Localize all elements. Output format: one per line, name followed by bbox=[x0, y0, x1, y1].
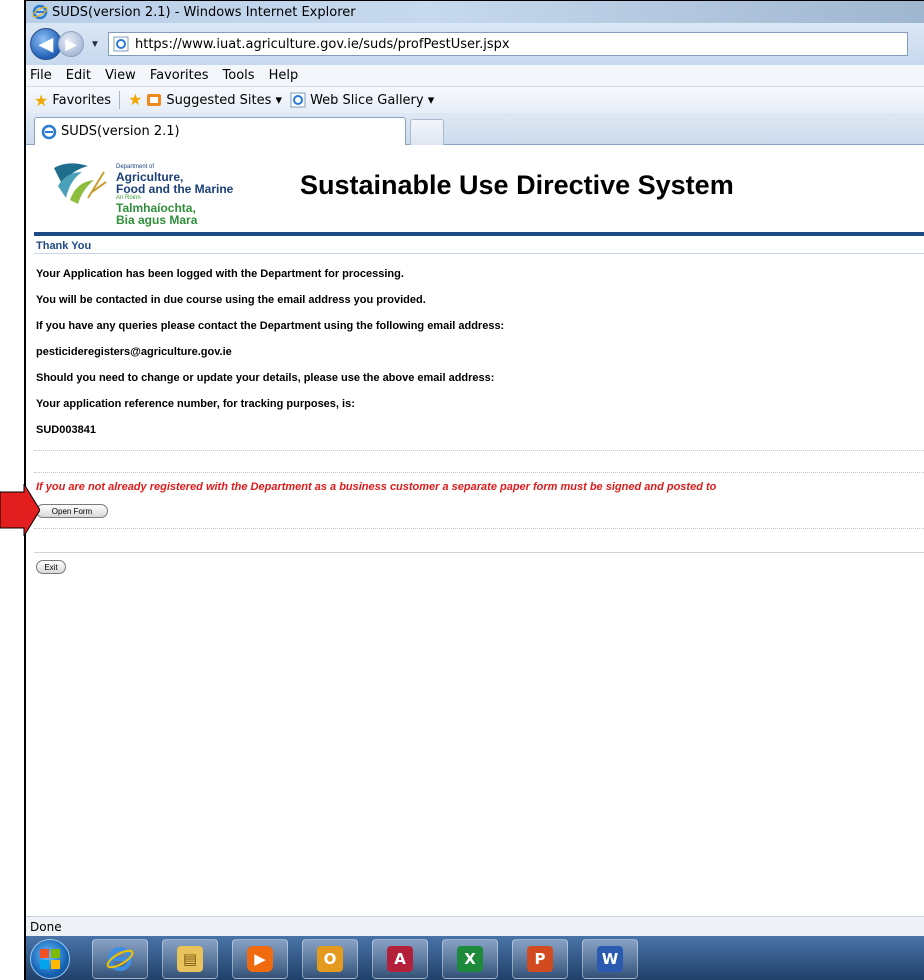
powerpoint-icon: P bbox=[527, 945, 553, 972]
excel-icon: X bbox=[457, 945, 483, 972]
internet-explorer-taskbar-button[interactable] bbox=[92, 938, 148, 979]
suggested-sites-link[interactable]: Suggested Sites ▾ bbox=[146, 92, 282, 108]
menu-help[interactable]: Help bbox=[269, 68, 299, 83]
exit-button[interactable]: Exit bbox=[36, 560, 66, 574]
favorites-label: Favorites bbox=[52, 92, 112, 108]
web-slice-gallery-label: Web Slice Gallery ▾ bbox=[310, 92, 435, 108]
word-taskbar-button[interactable]: W bbox=[582, 938, 638, 979]
word-icon: W bbox=[597, 945, 623, 972]
favorites-bar: ★ Favorites ★ Suggested Sites ▾ Web Slic… bbox=[26, 87, 924, 113]
tab-ie-icon bbox=[41, 124, 57, 139]
file-explorer-taskbar-button[interactable]: ▤ bbox=[162, 938, 218, 979]
windows-start-icon[interactable] bbox=[30, 938, 70, 979]
tab-label: SUDS(version 2.1) bbox=[61, 124, 180, 139]
status-bar: Done bbox=[26, 916, 924, 936]
dotted-divider-3 bbox=[34, 528, 924, 529]
excel-taskbar-button[interactable]: X bbox=[442, 938, 498, 979]
solid-divider bbox=[34, 552, 924, 553]
url-text: https://www.iuat.agriculture.gov.ie/suds… bbox=[135, 36, 510, 52]
site-banner: Department of Agriculture, Food and the … bbox=[26, 146, 924, 234]
menu-favorites[interactable]: Favorites bbox=[150, 68, 209, 83]
favorites-button[interactable]: ★ Favorites bbox=[34, 91, 111, 110]
tab-suds[interactable]: SUDS(version 2.1) bbox=[34, 117, 406, 145]
red-pointer-arrow-icon bbox=[0, 484, 40, 536]
department-logo-icon bbox=[54, 163, 107, 204]
warning-message: If you are not already registered with t… bbox=[36, 481, 717, 493]
contact-email: pesticideregisters@agriculture.gov.ie bbox=[36, 346, 232, 358]
banner-divider bbox=[34, 232, 924, 236]
history-dropdown-icon[interactable]: ▼ bbox=[90, 39, 102, 50]
new-tab-button[interactable] bbox=[410, 119, 444, 145]
web-slice-gallery-link[interactable]: Web Slice Gallery ▾ bbox=[290, 92, 434, 108]
favorites-separator bbox=[119, 91, 121, 109]
dotted-divider-2 bbox=[34, 472, 924, 473]
media-player-icon: ▶ bbox=[247, 945, 273, 972]
tab-strip: SUDS(version 2.1) bbox=[26, 113, 924, 145]
forward-button[interactable]: ▶ bbox=[58, 31, 84, 57]
add-favorite-icon[interactable]: ★ bbox=[128, 90, 142, 110]
windows-taskbar: ▤ ▶ O A X P W bbox=[26, 936, 924, 980]
menu-edit[interactable]: Edit bbox=[66, 68, 91, 83]
section-divider bbox=[34, 253, 924, 254]
window-title: SUDS(version 2.1) - Windows Internet Exp… bbox=[52, 4, 356, 20]
dept-line-4: Bia agus Mara bbox=[116, 213, 198, 227]
access-taskbar-button[interactable]: A bbox=[372, 938, 428, 979]
open-form-button[interactable]: Open Form bbox=[36, 504, 108, 518]
department-name: Department of Agriculture, Food and the … bbox=[116, 164, 233, 226]
menu-view[interactable]: View bbox=[105, 68, 136, 83]
internet-explorer-icon bbox=[106, 946, 134, 971]
page-content: Department of Agriculture, Food and the … bbox=[26, 146, 924, 916]
browser-window: SUDS(version 2.1) - Windows Internet Exp… bbox=[24, 0, 924, 980]
dept-line-2: Food and the Marine bbox=[116, 182, 234, 196]
status-text: Done bbox=[30, 919, 62, 934]
dotted-divider-1 bbox=[34, 450, 924, 451]
section-title: Thank You bbox=[36, 240, 92, 252]
reference-number: SUD003841 bbox=[36, 424, 96, 436]
windows-logo-icon bbox=[40, 948, 60, 969]
menu-bar: File Edit View Favorites Tools Help bbox=[26, 65, 924, 87]
message-line-queries: If you have any queries please contact t… bbox=[36, 320, 505, 332]
file-explorer-icon: ▤ bbox=[177, 945, 203, 972]
suggested-sites-label: Suggested Sites ▾ bbox=[166, 92, 283, 108]
suggested-sites-icon bbox=[147, 94, 162, 106]
message-line-logged: Your Application has been logged with th… bbox=[36, 268, 404, 280]
outlook-taskbar-button[interactable]: O bbox=[302, 938, 358, 979]
web-slice-icon bbox=[290, 92, 306, 108]
powerpoint-taskbar-button[interactable]: P bbox=[512, 938, 568, 979]
media-player-taskbar-button[interactable]: ▶ bbox=[232, 938, 288, 979]
address-row: ◀ ▶ ▼ https://www.iuat.agriculture.gov.i… bbox=[26, 23, 924, 65]
menu-file[interactable]: File bbox=[30, 68, 52, 83]
message-line-contacted: You will be contacted in due course usin… bbox=[36, 294, 426, 306]
outlook-icon: O bbox=[317, 945, 343, 972]
message-line-update: Should you need to change or update your… bbox=[36, 372, 495, 384]
message-line-reference: Your application reference number, for t… bbox=[36, 398, 355, 410]
address-bar[interactable]: https://www.iuat.agriculture.gov.ie/suds… bbox=[108, 32, 908, 56]
page-icon bbox=[113, 36, 129, 52]
system-title: Sustainable Use Directive System bbox=[300, 170, 734, 200]
internet-explorer-icon bbox=[32, 4, 48, 20]
menu-tools[interactable]: Tools bbox=[223, 68, 255, 83]
access-icon: A bbox=[387, 945, 413, 972]
title-bar: SUDS(version 2.1) - Windows Internet Exp… bbox=[26, 1, 924, 23]
star-icon: ★ bbox=[34, 90, 49, 110]
